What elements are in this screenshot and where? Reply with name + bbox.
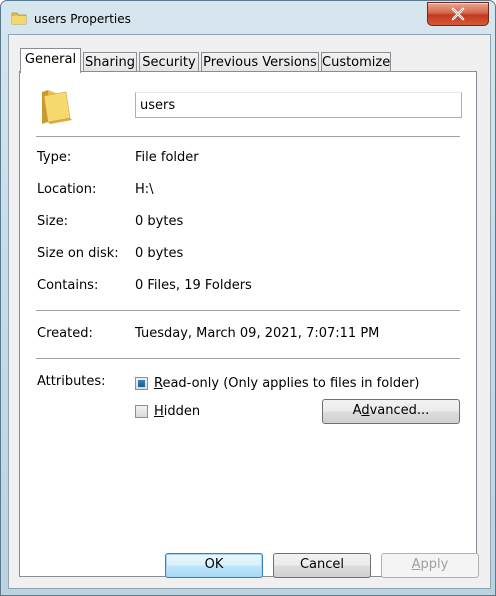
hidden-checkbox-label[interactable]: Hidden [154, 404, 200, 419]
contains-label: Contains: [37, 278, 99, 293]
size-on-disk-value: 0 bytes [135, 246, 184, 261]
separator [36, 358, 460, 359]
attributes-label: Attributes: [37, 374, 106, 389]
type-value: File folder [135, 150, 199, 165]
ok-button[interactable]: OK [165, 553, 263, 578]
tab-general[interactable]: General [20, 48, 81, 73]
general-tab-panel: Type: File folder Location: H:\ Size: 0 … [19, 71, 477, 577]
separator [36, 310, 460, 311]
folder-icon [42, 90, 72, 124]
location-value: H:\ [135, 182, 154, 197]
created-value: Tuesday, March 09, 2021, 7:07:11 PM [135, 326, 380, 341]
hidden-checkbox[interactable] [135, 405, 148, 418]
size-value: 0 bytes [135, 214, 184, 229]
contains-value: 0 Files, 19 Folders [135, 278, 252, 293]
properties-window: users Properties General Sharing Securit… [0, 0, 496, 596]
readonly-checkbox[interactable] [135, 377, 148, 390]
separator [36, 136, 460, 137]
readonly-checkbox-label[interactable]: Read-only (Only applies to files in fold… [154, 376, 420, 391]
apply-button[interactable]: Apply [381, 553, 479, 578]
location-label: Location: [37, 182, 97, 197]
title-bar[interactable]: users Properties [1, 1, 495, 35]
tab-security[interactable]: Security [139, 52, 199, 72]
tab-customize[interactable]: Customize [321, 52, 391, 72]
size-label: Size: [37, 214, 69, 229]
created-label: Created: [37, 326, 93, 341]
folder-icon [11, 12, 27, 25]
close-icon [451, 7, 465, 21]
tab-sharing[interactable]: Sharing [83, 52, 137, 72]
close-button[interactable] [427, 2, 489, 26]
folder-name-input[interactable] [135, 92, 462, 118]
size-on-disk-label: Size on disk: [37, 246, 119, 261]
advanced-button[interactable]: Advanced... [322, 399, 460, 424]
window-title: users Properties [34, 12, 131, 26]
cancel-button[interactable]: Cancel [273, 553, 371, 578]
dialog-client: General Sharing Security Previous Versio… [8, 34, 491, 589]
tab-previous-versions[interactable]: Previous Versions [201, 52, 319, 72]
type-label: Type: [37, 150, 72, 165]
